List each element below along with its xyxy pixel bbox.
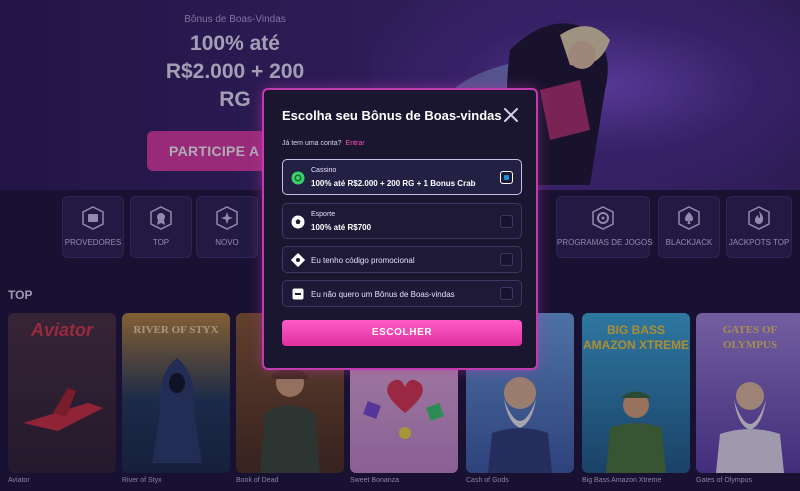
option-promo-code-radio[interactable] xyxy=(500,253,513,266)
no-bonus-icon xyxy=(292,288,304,300)
close-icon[interactable] xyxy=(502,106,520,124)
modal-title: Escolha seu Bônus de Boas-vindas xyxy=(282,108,502,123)
option-sport-description: 100% até R$700 xyxy=(311,223,372,232)
option-promo-code[interactable]: Eu tenho código promocional xyxy=(282,246,522,273)
option-no-bonus-radio[interactable] xyxy=(500,287,513,300)
option-casino-description: 100% até R$2.000 + 200 RG + 1 Bonus Crab xyxy=(311,179,476,188)
login-prompt: Já tem uma conta? Entrar xyxy=(282,140,365,147)
option-no-bonus[interactable]: Eu não quero um Bônus de Boas-vindas xyxy=(282,280,522,307)
promo-code-icon xyxy=(291,253,305,267)
login-prompt-text: Já tem uma conta? xyxy=(282,140,342,147)
choose-button[interactable]: ESCOLHER xyxy=(282,320,522,346)
option-casino-title: Cassino xyxy=(311,167,337,174)
option-casino-radio[interactable] xyxy=(500,171,513,184)
option-casino[interactable]: Cassino 100% até R$2.000 + 200 RG + 1 Bo… xyxy=(282,159,522,195)
option-sport-title: Esporte xyxy=(311,211,336,218)
option-sport[interactable]: Esporte 100% até R$700 xyxy=(282,203,522,239)
option-no-bonus-label: Eu não quero um Bônus de Boas-vindas xyxy=(311,290,455,299)
casino-chip-icon xyxy=(291,171,305,185)
welcome-bonus-modal: Escolha seu Bônus de Boas-vindas Já tem … xyxy=(262,88,538,370)
login-link[interactable]: Entrar xyxy=(346,140,365,147)
option-sport-radio[interactable] xyxy=(500,215,513,228)
option-promo-code-label: Eu tenho código promocional xyxy=(311,256,415,265)
soccer-ball-icon xyxy=(291,215,305,229)
